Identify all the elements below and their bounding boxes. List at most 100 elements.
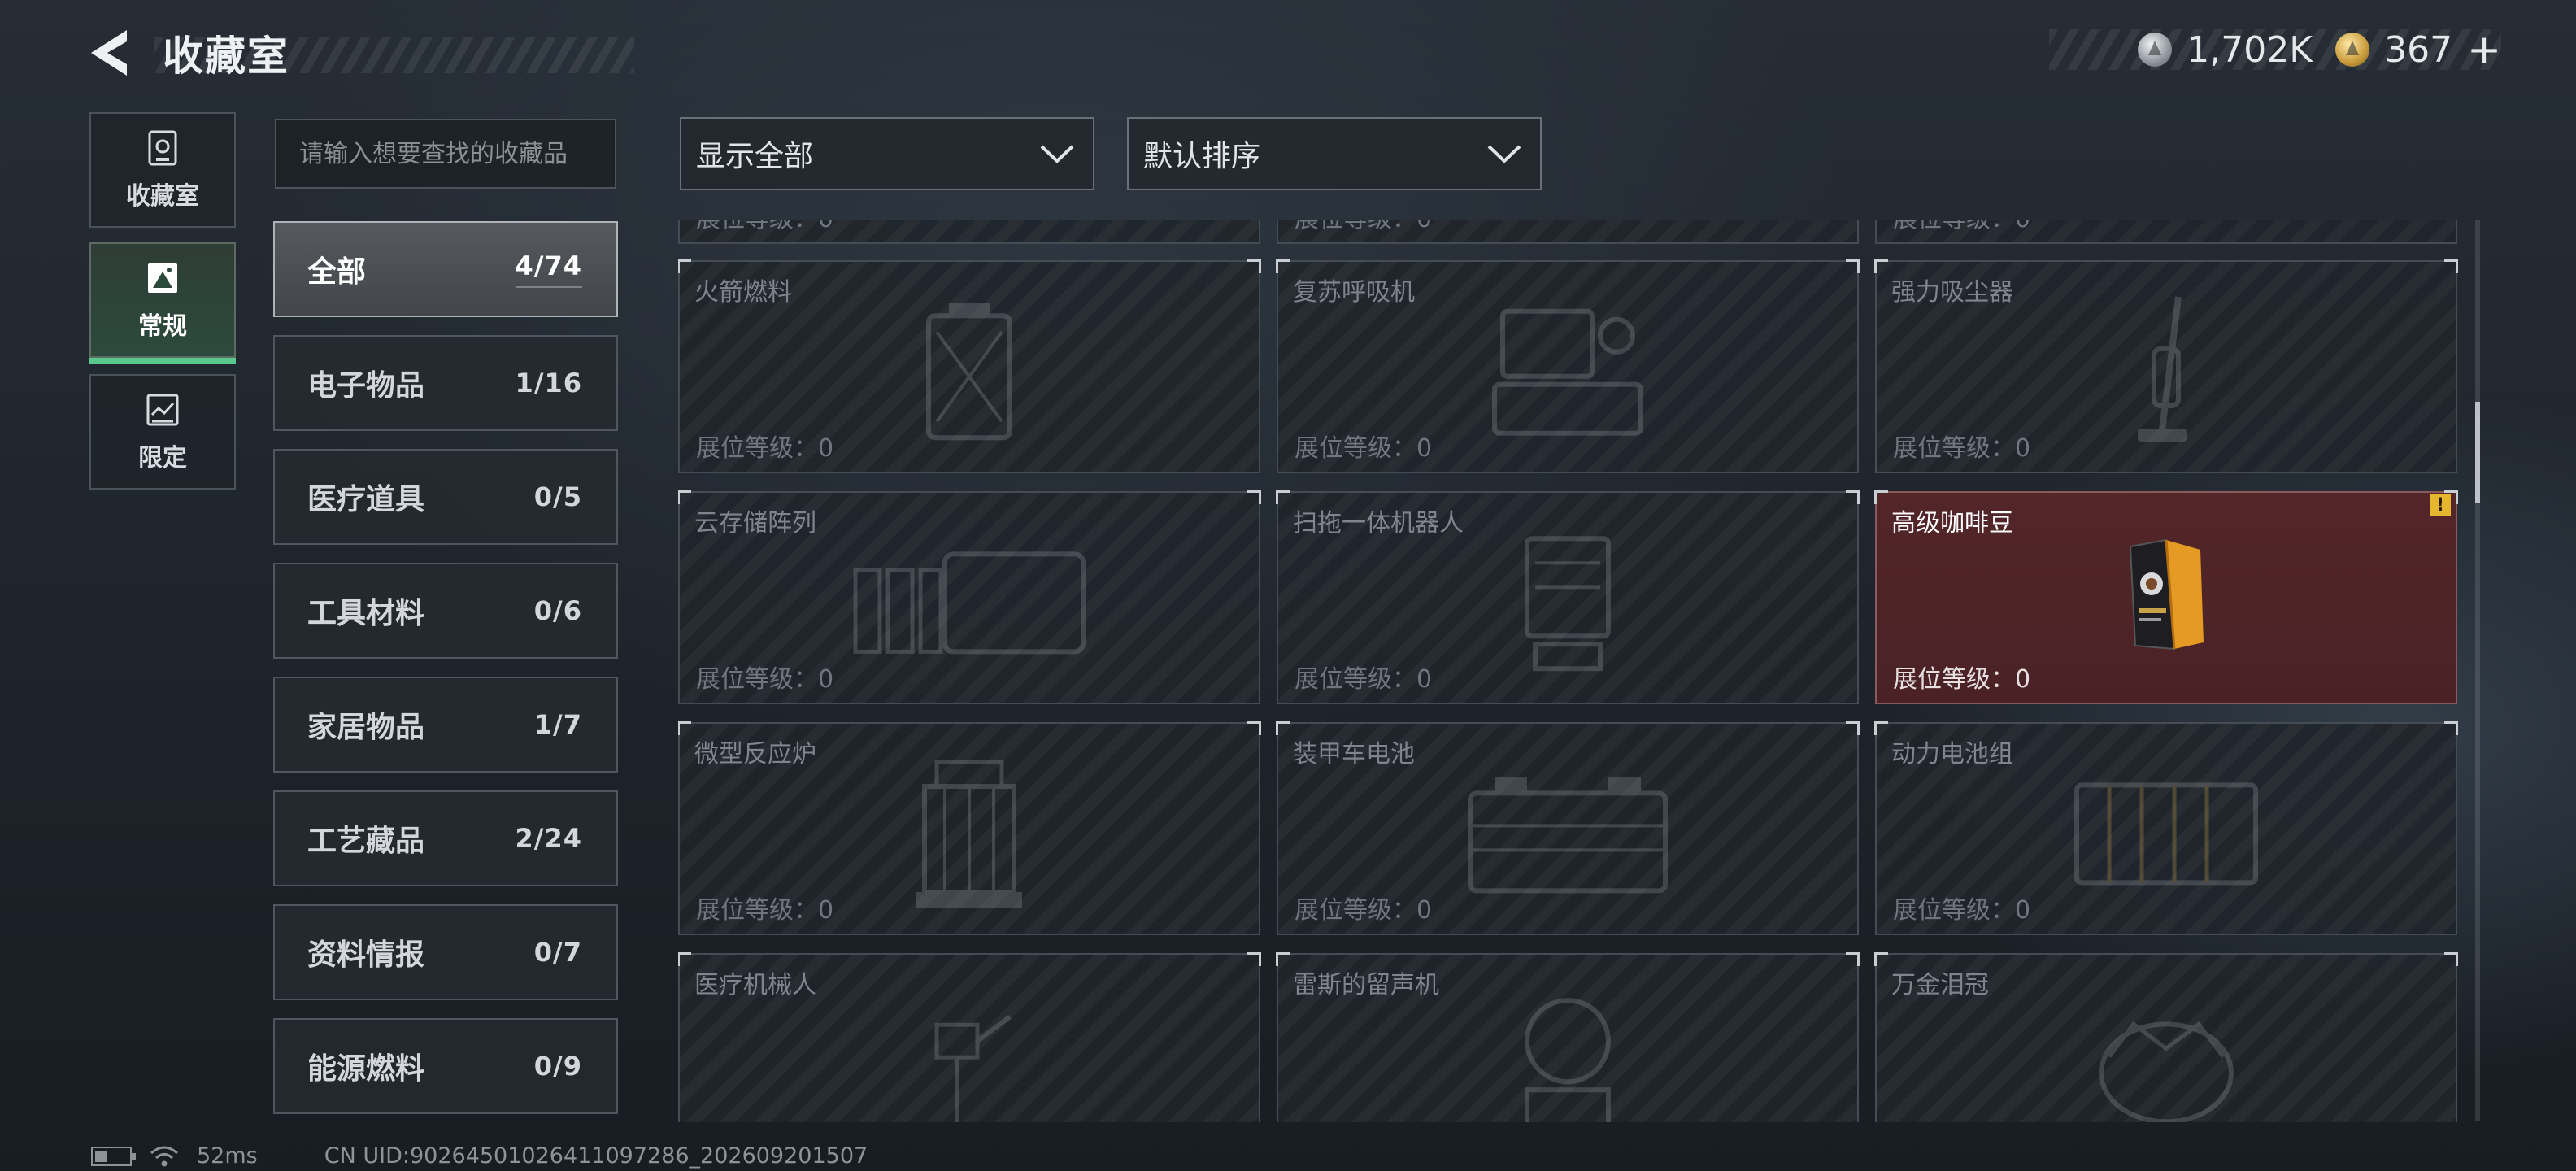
card-level: 展位等级：0 bbox=[1893, 896, 2031, 925]
battery-icon bbox=[91, 1146, 136, 1166]
collection-grid: 展位等级：0 展位等级：0 展位等级：0 火箭燃料 展位等级：0 复苏呼吸机 展… bbox=[678, 220, 2461, 1122]
card-level: 展位等级：0 bbox=[1295, 665, 1433, 694]
card-level: 展位等级：0 bbox=[696, 220, 833, 234]
vehicle-battery-icon bbox=[1468, 777, 1668, 894]
category-label: 工艺藏品 bbox=[307, 825, 425, 858]
search-input[interactable] bbox=[299, 139, 615, 168]
card-name: 扫拖一体机器人 bbox=[1293, 509, 1464, 538]
vacuum-cleaner-icon bbox=[2138, 296, 2187, 442]
category-all[interactable]: 全部 4/74 bbox=[273, 221, 618, 317]
category-label: 工具材料 bbox=[307, 597, 425, 630]
card-level: 展位等级：0 bbox=[1295, 220, 1432, 234]
storage-array-icon bbox=[853, 551, 1086, 655]
mop-robot-icon bbox=[1525, 536, 1611, 672]
rail-item-label: 收藏室 bbox=[126, 182, 199, 211]
collection-card[interactable]: 微型反应炉 展位等级：0 bbox=[678, 721, 1261, 935]
rail-item-limited[interactable]: 限定 bbox=[89, 374, 236, 490]
grid-scrollbar[interactable] bbox=[2475, 220, 2480, 1121]
vault-icon bbox=[145, 128, 181, 168]
category-label: 资料情报 bbox=[307, 938, 425, 972]
power-battery-pack-icon bbox=[2074, 782, 2258, 886]
currency-bar: 1,702K 367 + bbox=[2049, 28, 2501, 71]
fuel-canister-icon bbox=[926, 303, 1012, 441]
gramophone-icon bbox=[1525, 998, 1611, 1122]
collection-card[interactable]: 火箭燃料 展位等级：0 bbox=[678, 259, 1261, 473]
rail-item-regular[interactable]: 常规 bbox=[89, 242, 236, 364]
category-count: 1/16 bbox=[515, 368, 582, 398]
card-level: 展位等级：0 bbox=[696, 665, 834, 694]
collection-card[interactable]: 万金泪冠 bbox=[1874, 952, 2458, 1122]
display-filter-dropdown[interactable]: 显示全部 bbox=[680, 117, 1094, 190]
collection-card[interactable]: 展位等级：0 bbox=[678, 220, 1260, 244]
category-label: 全部 bbox=[307, 255, 367, 289]
scroll-thumb[interactable] bbox=[2475, 402, 2480, 503]
card-level: 展位等级：0 bbox=[696, 896, 834, 925]
add-currency-icon[interactable]: + bbox=[2467, 29, 2501, 70]
category-count: 0/9 bbox=[533, 1051, 582, 1082]
collection-card[interactable]: 动力电池组 展位等级：0 bbox=[1874, 721, 2458, 935]
sort-dropdown[interactable]: 默认排序 bbox=[1127, 117, 1542, 190]
currency-1-value: 1,702K bbox=[2187, 28, 2313, 71]
category-label: 电子物品 bbox=[307, 369, 425, 403]
card-name: 微型反应炉 bbox=[694, 740, 816, 768]
crown-icon bbox=[2099, 1021, 2234, 1122]
collection-card[interactable]: 装甲车电池 展位等级：0 bbox=[1276, 721, 1860, 935]
rail-item-vault[interactable]: 收藏室 bbox=[89, 112, 236, 228]
collection-card[interactable]: 强力吸尘器 展位等级：0 bbox=[1874, 259, 2458, 473]
collection-card[interactable]: 雷斯的留声机 bbox=[1276, 952, 1860, 1122]
collection-card[interactable]: 展位等级：0 bbox=[1875, 220, 2457, 244]
collection-card[interactable]: 复苏呼吸机 展位等级：0 bbox=[1276, 259, 1860, 473]
new-alert-badge: ! bbox=[2430, 494, 2451, 516]
collection-card-unlocked[interactable]: 高级咖啡豆 ! 展位等级：0 bbox=[1874, 490, 2458, 704]
ventilator-icon bbox=[1492, 308, 1643, 436]
collection-card[interactable]: 医疗机械人 bbox=[678, 952, 1261, 1122]
medical-robot-icon bbox=[934, 1014, 1012, 1122]
category-intel[interactable]: 资料情报 0/7 bbox=[273, 904, 618, 1000]
category-label: 医疗道具 bbox=[307, 483, 425, 516]
user-uid: CN UID:90264501026411097286_202609201507 bbox=[324, 1143, 868, 1169]
title-block: 收藏室 bbox=[154, 24, 634, 81]
wifi-icon bbox=[150, 1146, 178, 1166]
currency-2-value: 367 bbox=[2384, 28, 2453, 71]
category-medical[interactable]: 医疗道具 0/5 bbox=[273, 449, 618, 545]
card-name: 高级咖啡豆 bbox=[1891, 509, 2013, 538]
category-crafts[interactable]: 工艺藏品 2/24 bbox=[273, 790, 618, 886]
card-level: 展位等级：0 bbox=[1893, 665, 2031, 694]
rail-item-label: 常规 bbox=[138, 312, 187, 341]
card-name: 云存储阵列 bbox=[694, 509, 816, 538]
category-fuel[interactable]: 能源燃料 0/9 bbox=[273, 1018, 618, 1114]
card-name: 动力电池组 bbox=[1891, 740, 2013, 768]
dropdown-value: 默认排序 bbox=[1143, 140, 1261, 173]
collection-card[interactable]: 扫拖一体机器人 展位等级：0 bbox=[1276, 490, 1860, 704]
category-label: 能源燃料 bbox=[307, 1052, 425, 1086]
category-count: 0/6 bbox=[533, 595, 582, 626]
category-label: 家居物品 bbox=[307, 711, 425, 744]
card-name: 复苏呼吸机 bbox=[1293, 278, 1415, 307]
collection-card[interactable]: 云存储阵列 展位等级：0 bbox=[678, 490, 1261, 704]
dropdown-value: 显示全部 bbox=[696, 140, 814, 173]
category-electronics[interactable]: 电子物品 1/16 bbox=[273, 335, 618, 431]
micro-reactor-icon bbox=[916, 760, 1022, 908]
status-bar: 52ms CN UID:90264501026411097286_2026092… bbox=[91, 1143, 868, 1169]
collection-card[interactable]: 展位等级：0 bbox=[1277, 220, 1859, 244]
rail-item-label: 限定 bbox=[138, 444, 187, 472]
image-frame-icon bbox=[145, 259, 181, 298]
search-box[interactable] bbox=[275, 119, 616, 189]
chevron-down-icon bbox=[1040, 145, 1074, 163]
card-level: 展位等级：0 bbox=[1893, 220, 2030, 234]
card-name: 万金泪冠 bbox=[1891, 971, 1989, 999]
back-arrow-icon[interactable] bbox=[85, 27, 133, 79]
category-count: 0/7 bbox=[533, 937, 582, 968]
category-tools[interactable]: 工具材料 0/6 bbox=[273, 563, 618, 659]
card-name: 火箭燃料 bbox=[694, 278, 792, 307]
category-count: 0/5 bbox=[533, 481, 582, 512]
header: 收藏室 bbox=[85, 24, 634, 81]
coffee-bean-bag-icon bbox=[2129, 538, 2204, 651]
page-title: 收藏室 bbox=[163, 33, 289, 80]
card-name: 装甲车电池 bbox=[1293, 740, 1415, 768]
card-name: 医疗机械人 bbox=[694, 971, 816, 999]
card-level: 展位等级：0 bbox=[696, 434, 834, 463]
category-household[interactable]: 家居物品 1/7 bbox=[273, 677, 618, 773]
card-name: 强力吸尘器 bbox=[1891, 278, 2013, 307]
category-count: 1/7 bbox=[533, 709, 582, 740]
